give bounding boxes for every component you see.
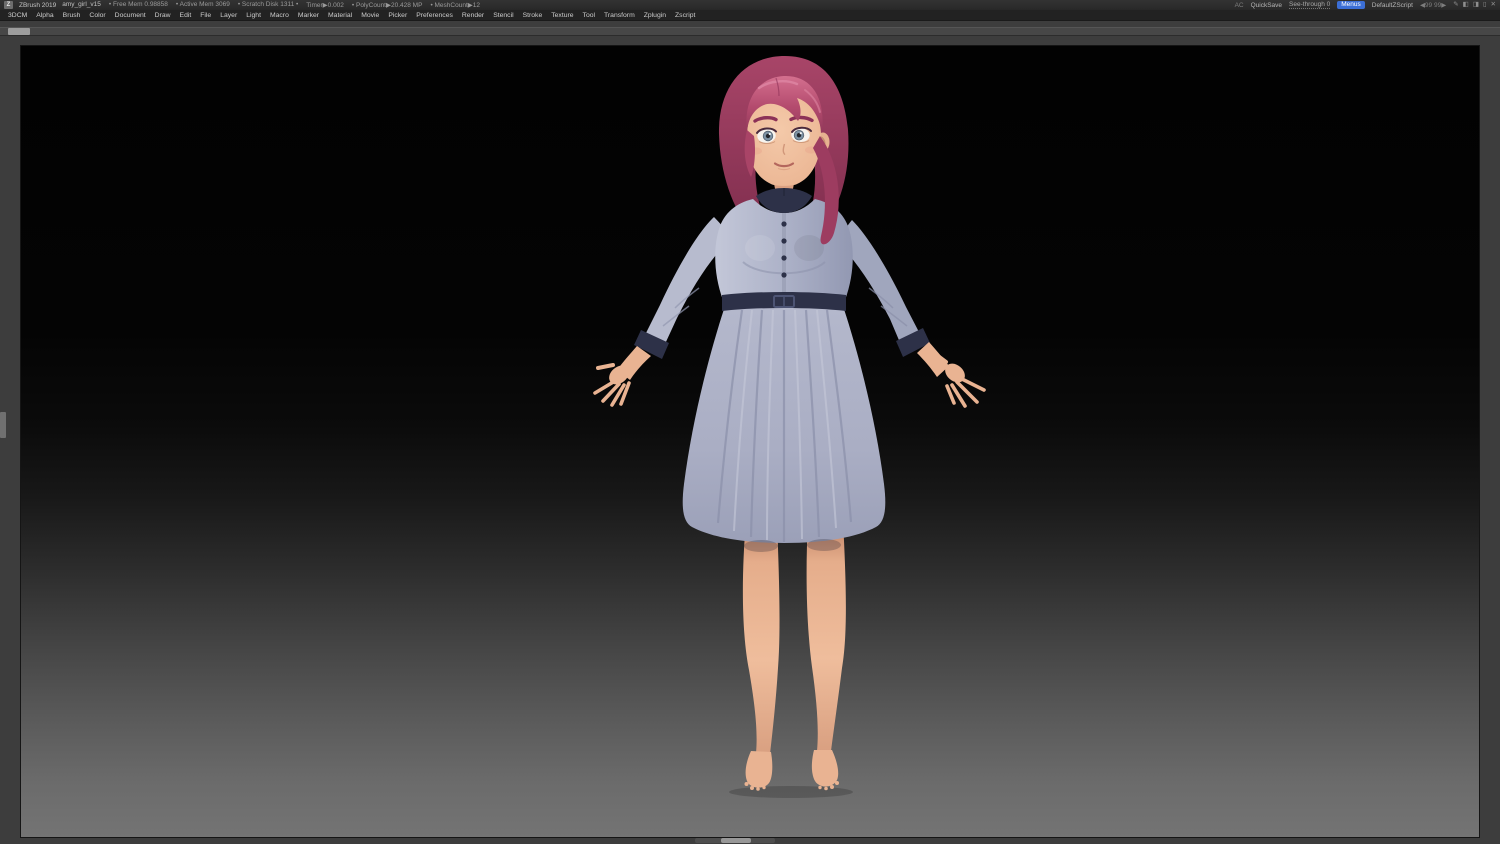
menu-document[interactable]: Document bbox=[115, 12, 146, 19]
menu-stencil[interactable]: Stencil bbox=[493, 12, 513, 19]
menu-transform[interactable]: Transform bbox=[604, 12, 635, 19]
menu-zscript[interactable]: Zscript bbox=[675, 12, 695, 19]
character-model bbox=[585, 50, 1005, 800]
menu-stroke[interactable]: Stroke bbox=[523, 12, 543, 19]
hem-shadow bbox=[744, 540, 778, 552]
titlebar-stat--meshcount-12: • MeshCount▶12 bbox=[430, 1, 480, 9]
quicksave-button[interactable]: QuickSave bbox=[1251, 2, 1282, 9]
menu-draw[interactable]: Draw bbox=[155, 12, 171, 19]
menu-alpha[interactable]: Alpha bbox=[36, 12, 53, 19]
titlebar-stat--polycount-20-428-mp: • PolyCount▶20.428 MP bbox=[352, 1, 423, 9]
titlebar: Z ZBrush 2019 amy_girl_v15 • Free Mem 0.9… bbox=[0, 0, 1500, 10]
menu-brush[interactable]: Brush bbox=[63, 12, 81, 19]
layout-left-icon[interactable]: ◧ bbox=[1463, 0, 1469, 10]
menu-tool[interactable]: Tool bbox=[583, 12, 595, 19]
menu-3dcm[interactable]: 3DCM bbox=[8, 12, 27, 19]
menu-picker[interactable]: Picker bbox=[388, 12, 407, 19]
menus-button[interactable]: Menus bbox=[1337, 1, 1365, 9]
menu-color[interactable]: Color bbox=[89, 12, 105, 19]
close-icon[interactable]: ✕ bbox=[1491, 0, 1496, 10]
pen-tablet-icon[interactable]: ✎ bbox=[1453, 0, 1458, 10]
titlebar-stat--scratch-disk-1311-: • Scratch Disk 1311 • bbox=[238, 1, 298, 9]
menu-marker[interactable]: Marker bbox=[298, 12, 319, 19]
titlebar-stat--active-mem-3069: • Active Mem 3069 bbox=[176, 1, 230, 9]
divider-icon[interactable]: ▯ bbox=[1483, 0, 1487, 10]
ground-shadow bbox=[729, 786, 853, 798]
hem-shadow bbox=[807, 539, 841, 551]
shelf-collapse-tab[interactable] bbox=[8, 28, 30, 35]
default-zscript-button[interactable]: DefaultZScript bbox=[1372, 2, 1413, 9]
menu-layer[interactable]: Layer bbox=[220, 12, 237, 19]
menu-macro[interactable]: Macro bbox=[270, 12, 289, 19]
titlebar-stat--free-mem-0-98858: • Free Mem 0.98858 bbox=[109, 1, 168, 9]
see-through-slider[interactable]: See-through 0 bbox=[1289, 1, 1330, 9]
menu-render[interactable]: Render bbox=[462, 12, 484, 19]
document-canvas[interactable] bbox=[20, 45, 1480, 838]
app-title: ZBrush 2019 bbox=[19, 2, 56, 9]
top-shelf bbox=[0, 22, 1500, 45]
menu-preferences[interactable]: Preferences bbox=[416, 12, 453, 19]
nav-counters: ◀99 99▶ bbox=[1420, 1, 1446, 9]
titlebar-stat-timer-0-002: Timer▶0.002 bbox=[306, 1, 344, 9]
zbrush-logo-icon: Z bbox=[4, 1, 13, 9]
titlebar-stat-amy-girl-v15: amy_girl_v15 bbox=[62, 1, 101, 9]
menu-material[interactable]: Material bbox=[328, 12, 352, 19]
titlebar-left: Z ZBrush 2019 amy_girl_v15 • Free Mem 0.9… bbox=[4, 1, 480, 9]
menu-edit[interactable]: Edit bbox=[180, 12, 192, 19]
horizontal-scrollbar-thumb[interactable] bbox=[721, 838, 751, 843]
shelf-band bbox=[0, 27, 1500, 36]
character-legs bbox=[743, 520, 846, 791]
window-icons: ✎ ◧ ◨ ▯ ✕ bbox=[1453, 0, 1496, 10]
menu-zplugin[interactable]: Zplugin bbox=[644, 12, 666, 19]
character-skirt bbox=[683, 306, 886, 543]
menu-movie[interactable]: Movie bbox=[361, 12, 379, 19]
titlebar-right: AC QuickSave See-through 0 Menus Default… bbox=[1235, 0, 1496, 10]
ac-indicator: AC bbox=[1235, 2, 1244, 9]
menu-file[interactable]: File bbox=[200, 12, 211, 19]
menubar: 3DCM Alpha Brush Color Document Draw Edit File L… bbox=[0, 10, 1500, 21]
layout-right-icon[interactable]: ◨ bbox=[1473, 0, 1479, 10]
menu-light[interactable]: Light bbox=[246, 12, 261, 19]
horizontal-scrollbar[interactable] bbox=[695, 838, 775, 843]
menu-texture[interactable]: Texture bbox=[551, 12, 573, 19]
canvas-edge-handle[interactable] bbox=[0, 412, 6, 438]
document-stats: amy_girl_v15 • Free Mem 0.98858 • Active M… bbox=[62, 1, 480, 9]
